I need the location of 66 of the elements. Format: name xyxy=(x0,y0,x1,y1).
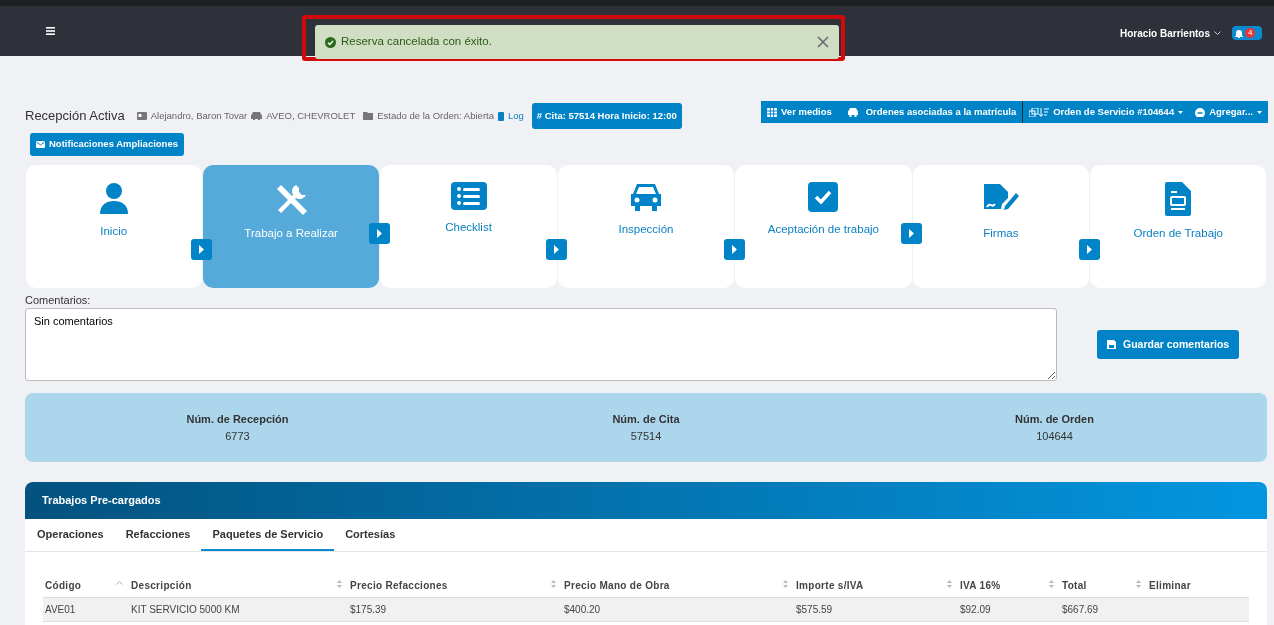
save-comments-button[interactable]: Guardar comentarios xyxy=(1097,329,1240,360)
column-header[interactable]: Código xyxy=(43,574,129,598)
notifications-button[interactable]: Notificaciones Ampliaciones xyxy=(30,133,184,156)
column-header[interactable]: IVA 16% xyxy=(958,574,1060,598)
notification-count: 4 xyxy=(1245,28,1256,38)
car-icon xyxy=(251,112,263,121)
caret-icon xyxy=(1214,31,1222,36)
step-card[interactable]: Trabajo a Realizar xyxy=(202,164,380,288)
checkbox-icon xyxy=(808,181,839,212)
step-card[interactable]: Orden de Trabajo xyxy=(1090,164,1267,288)
column-header[interactable]: Importe s/IVA xyxy=(794,574,958,598)
summary-label: Núm. de Cita xyxy=(611,412,681,427)
appointment-badge: # Cita: 57514 Hora Inicio: 12:00 xyxy=(531,103,682,130)
document-icon xyxy=(1165,181,1192,216)
envelope-icon xyxy=(36,140,45,148)
car-icon xyxy=(847,107,858,117)
table-cell: $575.59 xyxy=(796,604,833,615)
column-header[interactable]: Precio Mano de Obra xyxy=(562,574,794,598)
id-card-icon xyxy=(136,112,147,121)
step-card[interactable]: Checklist xyxy=(380,164,557,288)
panel-title: Trabajos Pre-cargados xyxy=(42,493,161,509)
menu-icon[interactable] xyxy=(46,27,55,35)
table-cell: $400.20 xyxy=(564,604,601,615)
column-header[interactable]: Total xyxy=(1060,574,1147,598)
summary-value: 104644 xyxy=(1035,428,1074,444)
column-header[interactable]: Descripción xyxy=(129,574,348,598)
notifications-button[interactable]: 4 xyxy=(1232,26,1262,40)
summary-value: 6773 xyxy=(224,428,251,444)
tab[interactable]: Operaciones xyxy=(26,519,115,551)
copy-sort-icon xyxy=(1029,107,1050,117)
toast-message: Reserva cancelada con éxito. xyxy=(341,34,492,50)
close-button[interactable] xyxy=(817,36,829,48)
page-title: Recepción Activa xyxy=(25,107,125,126)
close-icon xyxy=(817,36,829,48)
client-name: Alejandro, Baron Tovar xyxy=(150,109,248,123)
table-cell: $667.69 xyxy=(1062,604,1099,615)
vehicle-name: AVEO, CHEVROLET xyxy=(266,109,356,123)
car-icon xyxy=(628,181,663,212)
summary-label: Núm. de Orden xyxy=(1014,412,1095,427)
clipboard-icon xyxy=(497,111,504,121)
folder-icon xyxy=(363,112,374,121)
check-circle-icon xyxy=(325,36,336,48)
summary-value: 57514 xyxy=(629,428,663,444)
summary-label: Núm. de Recepción xyxy=(185,412,290,427)
table-cell: KIT SERVICIO 5000 KM xyxy=(131,604,240,615)
list-icon xyxy=(450,181,487,210)
step-card[interactable]: Aceptación de trabajo xyxy=(735,164,912,288)
table-cell: AVE01 xyxy=(45,604,76,615)
comments-field[interactable]: Sin comentarios xyxy=(25,308,1057,381)
step-card[interactable]: Firmas xyxy=(912,164,1090,288)
column-header[interactable]: Precio Refacciones xyxy=(348,574,562,598)
table-cell: $175.39 xyxy=(350,604,387,615)
bell-icon xyxy=(1235,28,1243,38)
order-status: Estado de la Orden: Abierta xyxy=(377,109,494,123)
tab[interactable]: Cortesías xyxy=(334,519,407,551)
step-card[interactable]: Inspección xyxy=(557,164,735,288)
grid-icon xyxy=(767,107,778,117)
column-header[interactable]: Eliminar xyxy=(1147,574,1249,598)
tab[interactable]: Paquetes de Servicio xyxy=(201,519,335,551)
person-icon xyxy=(98,181,129,214)
user-menu[interactable]: Horacio Barrientos xyxy=(1120,26,1222,41)
tab[interactable]: Refacciones xyxy=(114,519,202,551)
step-card[interactable]: Inicio xyxy=(25,164,202,288)
table-cell: $92.09 xyxy=(960,604,991,615)
log-link[interactable]: Log xyxy=(497,109,524,124)
comments-label: Comentarios: xyxy=(25,292,92,308)
